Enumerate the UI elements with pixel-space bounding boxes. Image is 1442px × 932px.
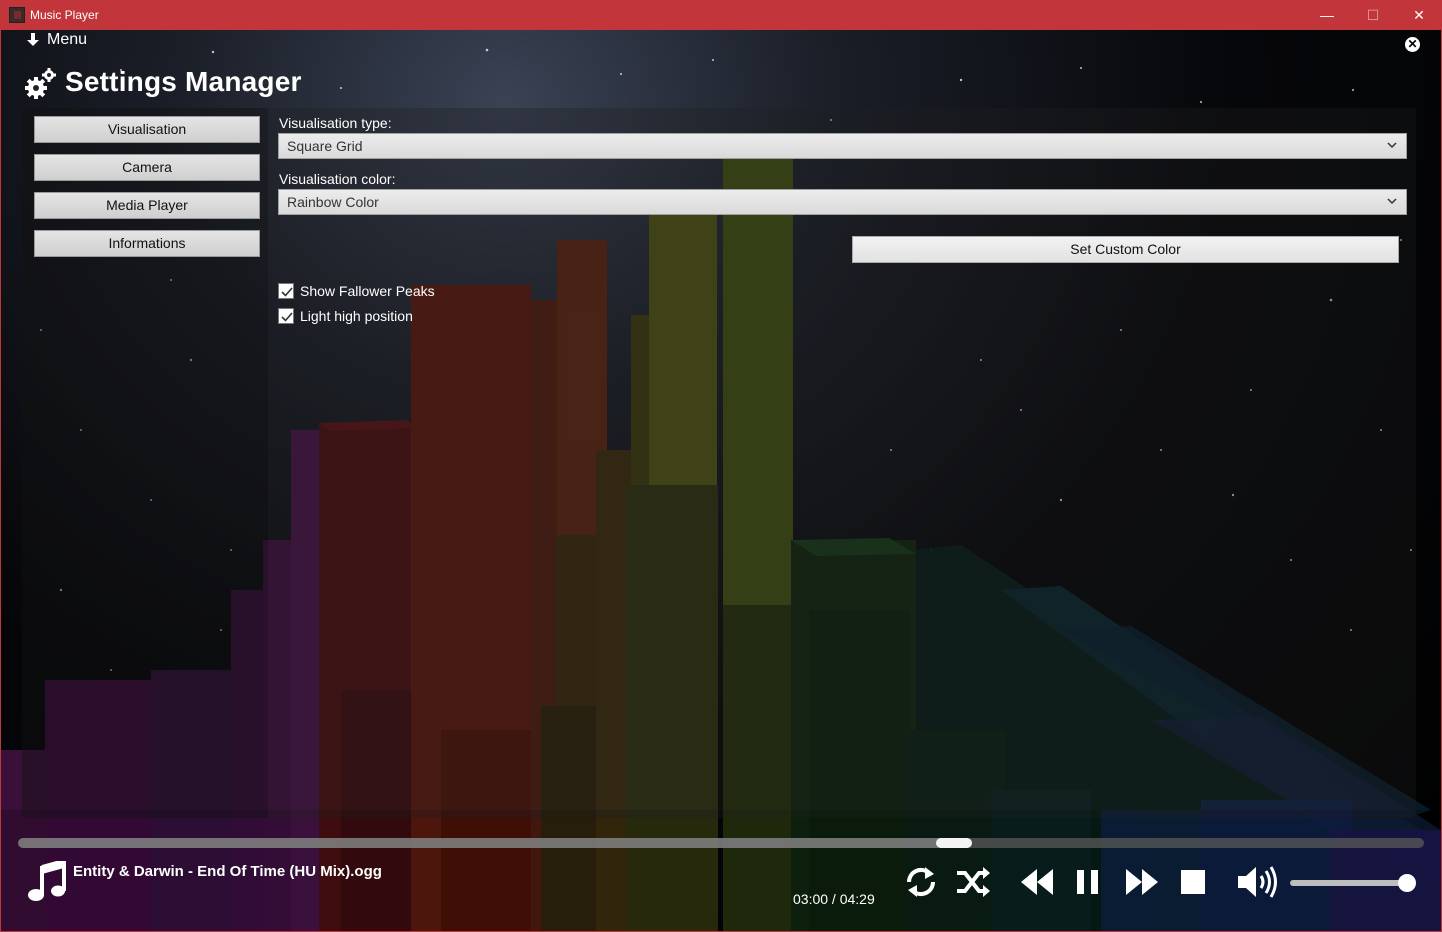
close-icon: ✕ [1407,37,1418,51]
window-border-left [0,30,1,932]
sidebar-item-media-player[interactable]: Media Player [34,192,260,219]
window-title: Music Player [30,8,99,22]
minimize-button[interactable]: — [1304,0,1350,30]
pause-icon[interactable] [1071,864,1107,900]
maximize-icon: ☐ [1366,7,1380,23]
vis-type-label: Visualisation type: [279,115,392,131]
checkbox-box[interactable] [278,308,294,324]
checkmark-icon [281,312,293,322]
volume-slider[interactable] [1290,880,1407,886]
checkbox-label: Light high position [300,308,413,324]
seek-bar-fill [18,838,972,848]
chevron-down-icon [1387,142,1397,149]
fast-forward-icon[interactable] [1124,864,1160,900]
maximize-button[interactable]: ☐ [1350,0,1396,30]
window-titlebar: Music Player — ☐ ✕ [0,0,1442,30]
app-icon [9,7,25,23]
checkmark-icon [281,287,293,297]
music-note-icon [28,861,66,901]
vis-type-value: Square Grid [287,138,363,154]
rewind-icon[interactable] [1019,864,1055,900]
seek-bar[interactable] [18,838,1424,848]
menu-label: Menu [47,31,88,48]
page-title: Settings Manager [65,66,302,97]
vis-color-value: Rainbow Color [287,194,379,210]
close-settings-button[interactable]: ✕ [1405,37,1420,52]
shuffle-icon[interactable] [955,864,991,900]
vis-type-select[interactable]: Square Grid [278,133,1407,159]
vis-color-select[interactable]: Rainbow Color [278,189,1407,215]
gears-icon [25,68,56,99]
arrow-down-icon [27,33,39,46]
set-custom-color-button[interactable]: Set Custom Color [852,236,1399,263]
time-display: 03:00 / 04:29 [793,891,875,907]
volume-icon[interactable] [1236,864,1280,900]
sidebar-item-visualisation[interactable]: Visualisation [34,116,260,143]
checkbox-label: Show Fallower Peaks [300,283,435,299]
repeat-icon[interactable] [903,864,939,900]
vis-color-label: Visualisation color: [279,171,396,187]
chevron-down-icon [1387,198,1397,205]
stop-icon[interactable] [1176,864,1212,900]
sidebar-item-informations[interactable]: Informations [34,230,260,257]
minimize-icon: — [1320,7,1334,23]
track-title: Entity & Darwin - End Of Time (HU Mix).o… [73,863,382,880]
volume-slider-thumb[interactable] [1398,874,1416,892]
checkbox-box[interactable] [278,283,294,299]
seek-bar-thumb[interactable] [936,838,972,848]
close-icon: ✕ [1413,7,1425,23]
window-close-button[interactable]: ✕ [1396,0,1442,30]
sidebar-item-camera[interactable]: Camera [34,154,260,181]
